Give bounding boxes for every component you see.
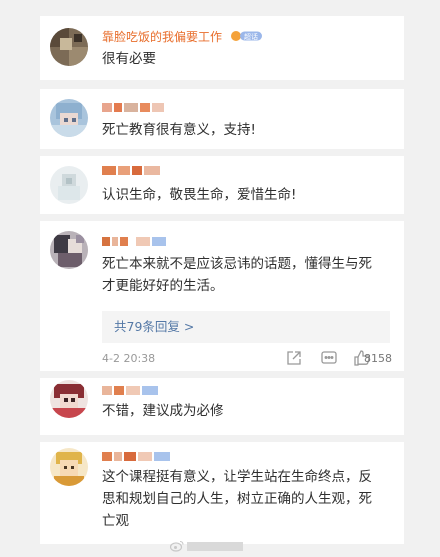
- comment-text-line: 思和规划自己的人生，树立正确的人生观，死: [102, 491, 372, 507]
- comment-text: 不错，建议成为必修: [102, 403, 224, 419]
- comment-text: 认识生命，敬畏生命，爱惜生命!: [102, 187, 297, 203]
- username[interactable]: [102, 450, 170, 462]
- avatar[interactable]: [50, 448, 88, 486]
- comment-text: 死亡本来就不是应该忌讳的话题，懂得生与死 才更能好好的生活。: [102, 253, 390, 297]
- username[interactable]: [102, 101, 164, 113]
- avatar[interactable]: [50, 231, 88, 269]
- comment-text-line: 这个课程挺有意义，让学生站在生命终点，反: [102, 469, 372, 485]
- comment-card: 死亡教育很有意义，支持!: [40, 89, 404, 149]
- comment-text-line: 才更能好好的生活。: [102, 278, 224, 294]
- comment-text: 很有必要: [102, 51, 156, 67]
- avatar[interactable]: [50, 99, 88, 137]
- username[interactable]: [102, 384, 158, 396]
- share-icon[interactable]: [285, 349, 303, 370]
- comment-text-line: 死亡本来就不是应该忌讳的话题，懂得生与死: [102, 256, 372, 272]
- replies-link[interactable]: 共79条回复 >: [102, 311, 390, 343]
- comment-card: 不错，建议成为必修: [40, 378, 404, 435]
- comment-card: 这个课程挺有意义，让学生站在生命终点，反 思和规划自己的人生，树立正确的人生观，…: [40, 442, 404, 544]
- comment-icon[interactable]: [320, 349, 338, 370]
- like-count: 8158: [364, 352, 392, 365]
- avatar[interactable]: [50, 166, 88, 204]
- username[interactable]: [102, 235, 166, 247]
- username[interactable]: 靠脸吃饭的我偏要工作 超话: [102, 28, 262, 45]
- comment-card: 靠脸吃饭的我偏要工作 超话 很有必要: [40, 16, 404, 80]
- avatar[interactable]: [50, 380, 88, 418]
- avatar[interactable]: [50, 28, 88, 66]
- comment-text: 死亡教育很有意义，支持!: [102, 122, 256, 138]
- comment-card: 认识生命，敬畏生命，爱惜生命!: [40, 156, 404, 214]
- comment-time: 4-2 20:38: [102, 352, 156, 365]
- comment-meta: 4-2 20:38 8158: [102, 349, 392, 370]
- fan-badge-label: 超话: [244, 32, 258, 41]
- comment-card: 死亡本来就不是应该忌讳的话题，懂得生与死 才更能好好的生活。 共79条回复 > …: [40, 221, 404, 371]
- fan-badge: 超话: [230, 30, 262, 45]
- username[interactable]: [102, 164, 160, 176]
- weibo-logo-icon: [170, 540, 184, 552]
- comment-text-line: 亡观: [102, 513, 129, 529]
- comment-text: 这个课程挺有意义，让学生站在生命终点，反 思和规划自己的人生，树立正确的人生观，…: [102, 466, 390, 532]
- watermark: [170, 539, 243, 553]
